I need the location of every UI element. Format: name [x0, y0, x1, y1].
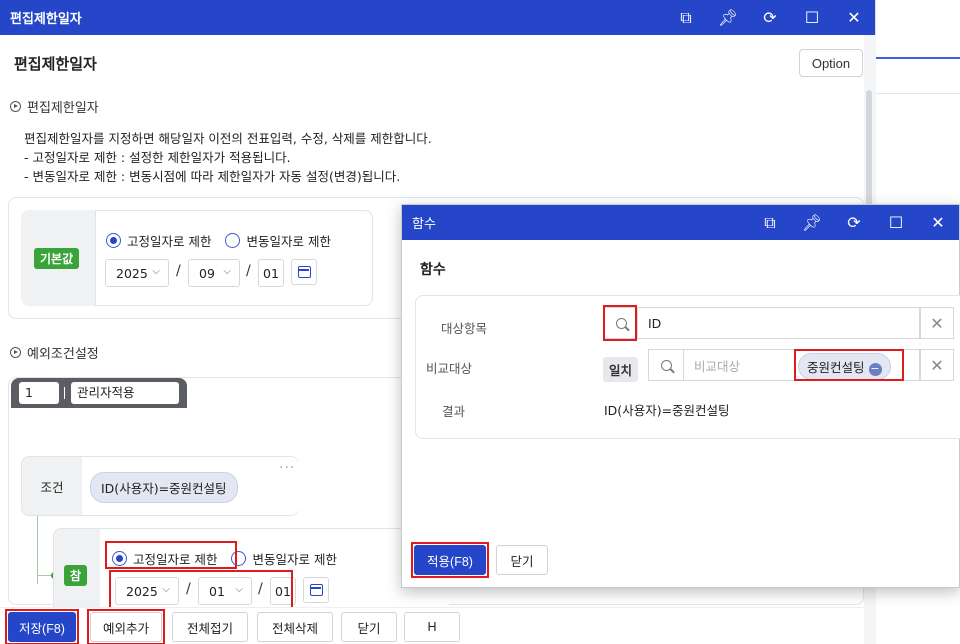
function-dialog: 함수 ⧉ 📌︎ ⟳ ☐ ✕ 함수 대상항목 ID ✕ 비교대상 일치 비교대상 …: [401, 204, 960, 588]
year-select[interactable]: 2025 ⌵: [105, 259, 169, 287]
main-titlebar: 편집제한일자 ⧉ 📌︎ ⟳ ☐ ✕: [0, 0, 875, 35]
maximize-icon[interactable]: ☐: [875, 205, 917, 240]
highlight-box: [411, 542, 489, 578]
delete-all-button[interactable]: 전체삭제: [257, 612, 333, 642]
highlight-box: [105, 541, 237, 569]
exception-tab: 1 관리자적용: [11, 378, 187, 408]
close-button[interactable]: 닫기: [341, 612, 397, 642]
compare-search-button[interactable]: [648, 349, 684, 381]
window-title: 편집제한일자: [10, 12, 82, 27]
target-input[interactable]: ID: [638, 307, 920, 339]
maximize-icon[interactable]: ☐: [791, 0, 833, 35]
date-separator: /: [246, 263, 251, 279]
clear-icon[interactable]: ✕: [920, 349, 954, 381]
clear-icon[interactable]: ✕: [920, 307, 954, 339]
section-heading-exception[interactable]: 예외조건설정: [10, 343, 99, 362]
section-title: 예외조건설정: [27, 347, 99, 362]
desc-line: 편집제한일자를 지정하면 해당일자 이전의 전표입력, 수정, 삭제를 제한합니…: [24, 131, 432, 146]
match-tag[interactable]: 일치: [603, 357, 639, 382]
h-button[interactable]: H: [404, 612, 460, 642]
true-badge: 참: [64, 565, 88, 586]
radio-label: 변동일자로 제한: [252, 552, 337, 567]
condition-label: 조건: [40, 479, 64, 495]
calendar-icon: [310, 584, 323, 596]
dialog-close-button[interactable]: 닫기: [496, 545, 548, 575]
radio-label: 변동일자로 제한: [246, 234, 331, 249]
day-input[interactable]: 01: [258, 259, 284, 287]
close-icon[interactable]: ✕: [833, 0, 875, 35]
select-value: 09: [199, 265, 215, 281]
calendar-button[interactable]: [291, 259, 317, 285]
radio-label: 고정일자로 제한: [127, 234, 212, 249]
exception-index[interactable]: 1: [19, 382, 59, 404]
month-select[interactable]: 09 ⌵: [188, 259, 240, 287]
page-title: 편집제한일자: [14, 55, 97, 73]
divider: [876, 93, 960, 94]
calendar-button[interactable]: [303, 577, 329, 603]
highlight-box: [87, 609, 165, 644]
default-badge: 기본값: [34, 248, 80, 269]
dialog-titlebar: 함수 ⧉ 📌︎ ⟳ ☐ ✕: [402, 205, 959, 240]
condition-chip[interactable]: ID(사용자)=중원컨설팅: [90, 472, 238, 503]
expand-icon: [10, 347, 21, 358]
date-separator: /: [176, 263, 181, 279]
close-icon[interactable]: ✕: [917, 205, 959, 240]
result-value: ID(사용자)=중원컨설팅: [604, 403, 730, 418]
day-value: 01: [263, 265, 279, 281]
refresh-icon[interactable]: ⟳: [749, 0, 791, 35]
popout-icon[interactable]: ⧉: [665, 0, 707, 35]
refresh-icon[interactable]: ⟳: [833, 205, 875, 240]
more-icon[interactable]: ···: [279, 460, 295, 476]
tree-line: [37, 516, 38, 584]
calendar-icon: [298, 266, 311, 278]
compare-label: 비교대상: [426, 361, 473, 376]
tab-underline: [876, 57, 960, 59]
exception-name-input[interactable]: 관리자적용: [71, 382, 179, 404]
chevron-down-icon: ⌵: [223, 266, 231, 277]
chevron-down-icon: ⌵: [152, 266, 160, 277]
target-value: ID: [648, 315, 662, 331]
dialog-title: 함수: [412, 217, 436, 232]
target-label: 대상항목: [441, 321, 488, 336]
divider: [64, 387, 65, 399]
section-title: 편집제한일자: [27, 101, 99, 116]
select-value: 2025: [116, 265, 148, 281]
highlight-box: [794, 349, 904, 381]
bottom-toolbar: 저장(F8) 예외추가 전체접기 전체삭제 닫기 H: [0, 607, 864, 644]
expand-icon: [10, 101, 21, 112]
section-heading-limit[interactable]: 편집제한일자: [10, 97, 99, 116]
search-icon: [660, 359, 672, 371]
radio-variable[interactable]: [225, 233, 241, 248]
popout-icon[interactable]: ⧉: [749, 205, 791, 240]
desc-line: - 고정일자로 제한 : 설정한 제한일자가 적용됩니다.: [24, 150, 291, 165]
highlight-box: [109, 570, 293, 612]
condition-card: 조건 ID(사용자)=중원컨설팅: [21, 456, 299, 516]
option-button[interactable]: Option: [799, 49, 863, 77]
collapse-all-button[interactable]: 전체접기: [172, 612, 248, 642]
pin-icon[interactable]: 📌︎: [791, 205, 833, 240]
dialog-heading: 함수: [420, 262, 446, 278]
radio-fixed[interactable]: 고정일자로 제한 변동일자로 제한: [106, 231, 331, 250]
default-card: 기본값 고정일자로 제한 변동일자로 제한 2025 ⌵ / 09 ⌵ / 01: [21, 210, 373, 306]
compare-placeholder: 비교대상: [694, 358, 741, 374]
description: 편집제한일자를 지정하면 해당일자 이전의 전표입력, 수정, 삭제를 제한합니…: [24, 129, 432, 186]
highlight-box: [603, 305, 637, 341]
default-options: 고정일자로 제한 변동일자로 제한 2025 ⌵ / 09 ⌵ / 01: [95, 210, 373, 306]
result-label: 결과: [442, 404, 466, 419]
pin-icon[interactable]: 📌︎: [707, 0, 749, 35]
function-form: 대상항목 ID ✕ 비교대상 일치 비교대상 중원컨설팅 − ✕ 결과 ID(사용…: [415, 295, 960, 439]
highlight-box: [5, 609, 79, 644]
radio-circle[interactable]: [106, 233, 121, 248]
desc-line: - 변동일자로 제한 : 변동시점에 따라 제한일자가 자동 설정(변경)됩니다…: [24, 169, 401, 184]
